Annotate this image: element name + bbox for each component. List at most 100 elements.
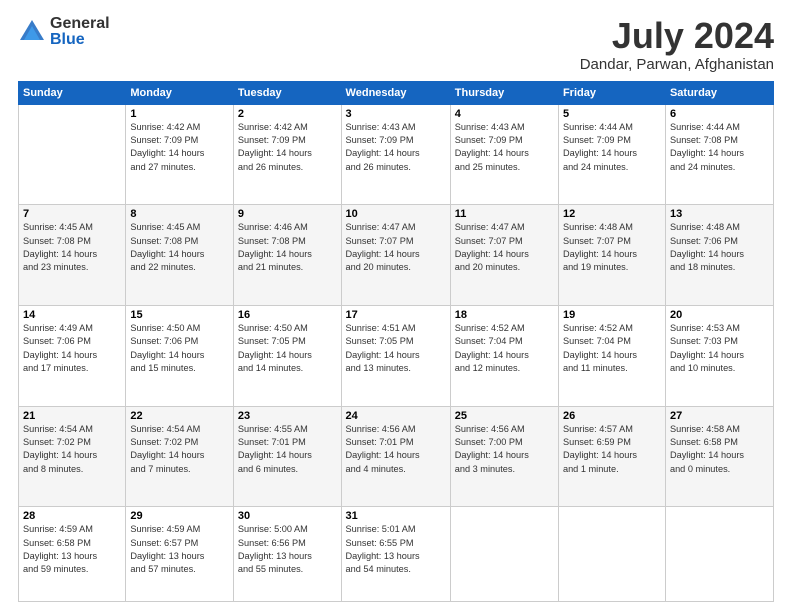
day-info: Sunrise: 4:44 AM Sunset: 7:08 PM Dayligh… xyxy=(670,121,769,174)
table-row: 22Sunrise: 4:54 AM Sunset: 7:02 PM Dayli… xyxy=(126,406,234,507)
day-info: Sunrise: 4:59 AM Sunset: 6:57 PM Dayligh… xyxy=(130,523,229,576)
header: General Blue July 2024 Dandar, Parwan, A… xyxy=(18,16,774,73)
day-number: 24 xyxy=(346,410,446,422)
week-row-5: 28Sunrise: 4:59 AM Sunset: 6:58 PM Dayli… xyxy=(19,507,774,602)
day-info: Sunrise: 4:43 AM Sunset: 7:09 PM Dayligh… xyxy=(346,121,446,174)
header-thursday: Thursday xyxy=(450,81,558,104)
table-row: 30Sunrise: 5:00 AM Sunset: 6:56 PM Dayli… xyxy=(233,507,341,602)
day-number: 13 xyxy=(670,208,769,220)
table-row: 14Sunrise: 4:49 AM Sunset: 7:06 PM Dayli… xyxy=(19,305,126,406)
day-info: Sunrise: 4:54 AM Sunset: 7:02 PM Dayligh… xyxy=(23,423,121,476)
day-info: Sunrise: 4:48 AM Sunset: 7:07 PM Dayligh… xyxy=(563,221,661,274)
day-number: 17 xyxy=(346,309,446,321)
day-number: 9 xyxy=(238,208,337,220)
day-number: 28 xyxy=(23,510,121,522)
day-info: Sunrise: 4:52 AM Sunset: 7:04 PM Dayligh… xyxy=(563,322,661,375)
day-info: Sunrise: 4:59 AM Sunset: 6:58 PM Dayligh… xyxy=(23,523,121,576)
day-info: Sunrise: 5:01 AM Sunset: 6:55 PM Dayligh… xyxy=(346,523,446,576)
logo-blue-text: Blue xyxy=(50,32,110,48)
table-row: 27Sunrise: 4:58 AM Sunset: 6:58 PM Dayli… xyxy=(665,406,773,507)
day-info: Sunrise: 4:47 AM Sunset: 7:07 PM Dayligh… xyxy=(346,221,446,274)
header-monday: Monday xyxy=(126,81,234,104)
table-row: 11Sunrise: 4:47 AM Sunset: 7:07 PM Dayli… xyxy=(450,205,558,306)
table-row: 8Sunrise: 4:45 AM Sunset: 7:08 PM Daylig… xyxy=(126,205,234,306)
table-row xyxy=(558,507,665,602)
header-tuesday: Tuesday xyxy=(233,81,341,104)
day-number: 3 xyxy=(346,108,446,120)
day-number: 26 xyxy=(563,410,661,422)
table-row: 5Sunrise: 4:44 AM Sunset: 7:09 PM Daylig… xyxy=(558,104,665,205)
day-number: 20 xyxy=(670,309,769,321)
day-info: Sunrise: 4:52 AM Sunset: 7:04 PM Dayligh… xyxy=(455,322,554,375)
week-row-4: 21Sunrise: 4:54 AM Sunset: 7:02 PM Dayli… xyxy=(19,406,774,507)
table-row: 19Sunrise: 4:52 AM Sunset: 7:04 PM Dayli… xyxy=(558,305,665,406)
day-number: 30 xyxy=(238,510,337,522)
table-row xyxy=(665,507,773,602)
table-row: 24Sunrise: 4:56 AM Sunset: 7:01 PM Dayli… xyxy=(341,406,450,507)
table-row: 13Sunrise: 4:48 AM Sunset: 7:06 PM Dayli… xyxy=(665,205,773,306)
day-number: 5 xyxy=(563,108,661,120)
table-row xyxy=(450,507,558,602)
table-row xyxy=(19,104,126,205)
day-number: 15 xyxy=(130,309,229,321)
logo-text: General Blue xyxy=(50,16,110,48)
logo: General Blue xyxy=(18,16,110,48)
day-number: 4 xyxy=(455,108,554,120)
table-row: 20Sunrise: 4:53 AM Sunset: 7:03 PM Dayli… xyxy=(665,305,773,406)
day-number: 27 xyxy=(670,410,769,422)
table-row: 4Sunrise: 4:43 AM Sunset: 7:09 PM Daylig… xyxy=(450,104,558,205)
day-number: 11 xyxy=(455,208,554,220)
day-number: 2 xyxy=(238,108,337,120)
day-number: 22 xyxy=(130,410,229,422)
table-row: 15Sunrise: 4:50 AM Sunset: 7:06 PM Dayli… xyxy=(126,305,234,406)
table-row: 12Sunrise: 4:48 AM Sunset: 7:07 PM Dayli… xyxy=(558,205,665,306)
day-info: Sunrise: 4:45 AM Sunset: 7:08 PM Dayligh… xyxy=(23,221,121,274)
week-row-2: 7Sunrise: 4:45 AM Sunset: 7:08 PM Daylig… xyxy=(19,205,774,306)
day-info: Sunrise: 4:45 AM Sunset: 7:08 PM Dayligh… xyxy=(130,221,229,274)
header-row: Sunday Monday Tuesday Wednesday Thursday… xyxy=(19,81,774,104)
calendar-page: General Blue July 2024 Dandar, Parwan, A… xyxy=(0,0,792,612)
day-number: 8 xyxy=(130,208,229,220)
day-info: Sunrise: 4:58 AM Sunset: 6:58 PM Dayligh… xyxy=(670,423,769,476)
table-row: 7Sunrise: 4:45 AM Sunset: 7:08 PM Daylig… xyxy=(19,205,126,306)
logo-general-text: General xyxy=(50,16,110,32)
day-info: Sunrise: 4:51 AM Sunset: 7:05 PM Dayligh… xyxy=(346,322,446,375)
day-info: Sunrise: 4:44 AM Sunset: 7:09 PM Dayligh… xyxy=(563,121,661,174)
table-row: 1Sunrise: 4:42 AM Sunset: 7:09 PM Daylig… xyxy=(126,104,234,205)
title-block: July 2024 Dandar, Parwan, Afghanistan xyxy=(580,16,774,73)
table-row: 17Sunrise: 4:51 AM Sunset: 7:05 PM Dayli… xyxy=(341,305,450,406)
day-info: Sunrise: 5:00 AM Sunset: 6:56 PM Dayligh… xyxy=(238,523,337,576)
day-info: Sunrise: 4:53 AM Sunset: 7:03 PM Dayligh… xyxy=(670,322,769,375)
table-row: 25Sunrise: 4:56 AM Sunset: 7:00 PM Dayli… xyxy=(450,406,558,507)
day-info: Sunrise: 4:48 AM Sunset: 7:06 PM Dayligh… xyxy=(670,221,769,274)
day-info: Sunrise: 4:42 AM Sunset: 7:09 PM Dayligh… xyxy=(130,121,229,174)
day-info: Sunrise: 4:50 AM Sunset: 7:05 PM Dayligh… xyxy=(238,322,337,375)
day-number: 18 xyxy=(455,309,554,321)
header-sunday: Sunday xyxy=(19,81,126,104)
table-row: 3Sunrise: 4:43 AM Sunset: 7:09 PM Daylig… xyxy=(341,104,450,205)
day-number: 7 xyxy=(23,208,121,220)
table-row: 28Sunrise: 4:59 AM Sunset: 6:58 PM Dayli… xyxy=(19,507,126,602)
day-number: 1 xyxy=(130,108,229,120)
day-number: 31 xyxy=(346,510,446,522)
day-number: 21 xyxy=(23,410,121,422)
table-row: 6Sunrise: 4:44 AM Sunset: 7:08 PM Daylig… xyxy=(665,104,773,205)
table-row: 21Sunrise: 4:54 AM Sunset: 7:02 PM Dayli… xyxy=(19,406,126,507)
day-info: Sunrise: 4:43 AM Sunset: 7:09 PM Dayligh… xyxy=(455,121,554,174)
day-info: Sunrise: 4:49 AM Sunset: 7:06 PM Dayligh… xyxy=(23,322,121,375)
day-number: 6 xyxy=(670,108,769,120)
table-row: 29Sunrise: 4:59 AM Sunset: 6:57 PM Dayli… xyxy=(126,507,234,602)
calendar-table: Sunday Monday Tuesday Wednesday Thursday… xyxy=(18,81,774,602)
table-row: 10Sunrise: 4:47 AM Sunset: 7:07 PM Dayli… xyxy=(341,205,450,306)
table-row: 31Sunrise: 5:01 AM Sunset: 6:55 PM Dayli… xyxy=(341,507,450,602)
day-info: Sunrise: 4:42 AM Sunset: 7:09 PM Dayligh… xyxy=(238,121,337,174)
header-wednesday: Wednesday xyxy=(341,81,450,104)
day-number: 12 xyxy=(563,208,661,220)
month-title: July 2024 xyxy=(580,16,774,56)
day-info: Sunrise: 4:57 AM Sunset: 6:59 PM Dayligh… xyxy=(563,423,661,476)
table-row: 2Sunrise: 4:42 AM Sunset: 7:09 PM Daylig… xyxy=(233,104,341,205)
day-number: 29 xyxy=(130,510,229,522)
header-saturday: Saturday xyxy=(665,81,773,104)
day-info: Sunrise: 4:54 AM Sunset: 7:02 PM Dayligh… xyxy=(130,423,229,476)
table-row: 23Sunrise: 4:55 AM Sunset: 7:01 PM Dayli… xyxy=(233,406,341,507)
